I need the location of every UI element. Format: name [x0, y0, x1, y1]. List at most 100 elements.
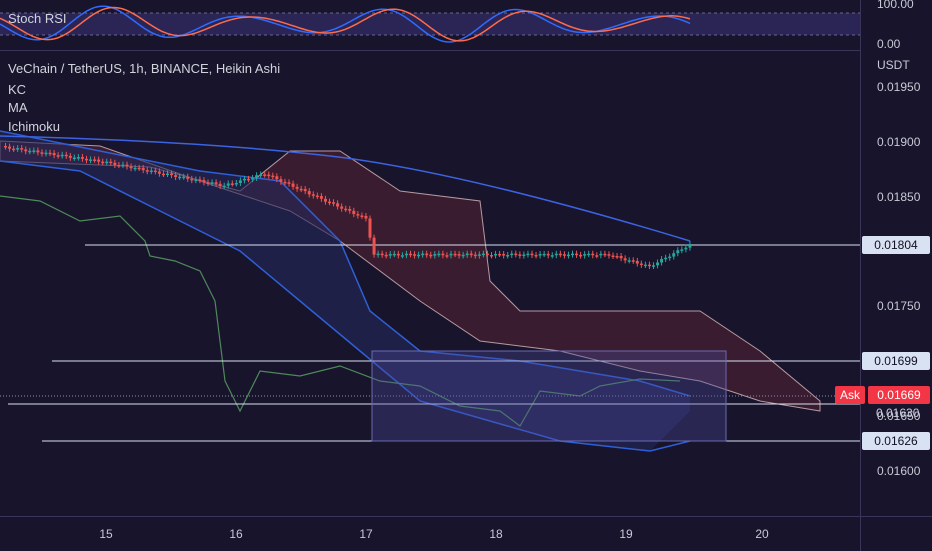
- candle-body: [643, 264, 647, 267]
- time-axis[interactable]: 15 16 17 18 19 20: [0, 516, 860, 551]
- candle-body: [465, 253, 469, 256]
- price-chart-plot: [0, 130, 860, 452]
- axis-corner: [860, 516, 932, 551]
- candle-body: [32, 150, 36, 152]
- candle-body: [575, 253, 579, 256]
- candle-body: [263, 174, 267, 176]
- candle-body: [485, 253, 489, 256]
- candle-body: [28, 150, 32, 153]
- candle-body: [445, 255, 449, 257]
- candle-body: [121, 164, 125, 167]
- candle-body: [295, 186, 299, 189]
- rsi-scale-top: 100.00: [877, 0, 914, 11]
- stoch-rsi-label[interactable]: Stoch RSI: [8, 10, 67, 27]
- candle-body: [579, 254, 583, 257]
- candle-body: [202, 180, 206, 183]
- candle-body: [623, 258, 627, 261]
- candle-body: [562, 254, 566, 256]
- candle-body: [676, 250, 680, 254]
- candle-body: [502, 254, 506, 256]
- level-tag-01626[interactable]: 0.01626: [862, 432, 930, 450]
- candle-body: [490, 255, 493, 257]
- candle-body: [635, 260, 639, 264]
- candle-body: [603, 253, 607, 256]
- candle-body: [376, 253, 380, 256]
- candle-body: [372, 237, 376, 255]
- candle-body: [583, 254, 587, 256]
- candle-body: [170, 173, 174, 176]
- candle-body: [336, 203, 340, 207]
- candle-body: [97, 159, 101, 162]
- candle-body: [348, 209, 352, 211]
- candle-body: [283, 181, 287, 184]
- candle-body: [627, 260, 631, 262]
- candle-body: [226, 183, 230, 186]
- price-tick: 0.01850: [877, 190, 921, 204]
- candle-body: [433, 254, 437, 256]
- candle-body: [684, 247, 688, 250]
- level-tag-01699[interactable]: 0.01699: [862, 352, 930, 370]
- indicator-ichimoku[interactable]: Ichimoku: [8, 118, 60, 135]
- candle-body: [52, 153, 56, 156]
- candle-body: [44, 152, 48, 155]
- candle-body: [639, 263, 643, 266]
- candle-body: [291, 183, 295, 187]
- candle-body: [364, 215, 368, 219]
- candle-body: [518, 254, 522, 256]
- candle-body: [267, 174, 271, 177]
- price-tick: 0.01950: [877, 80, 921, 94]
- candle-body: [137, 167, 141, 170]
- ask-price-tag[interactable]: 0.01669: [868, 386, 930, 404]
- candle-body: [141, 167, 145, 171]
- candle-body: [344, 208, 348, 211]
- level-tag-01804[interactable]: 0.01804: [862, 236, 930, 254]
- candle-body: [554, 253, 558, 256]
- candle-body: [360, 215, 364, 218]
- candle-body: [4, 146, 7, 148]
- candle-body: [12, 148, 16, 151]
- candle-body: [80, 157, 84, 159]
- main-chart-pane[interactable]: VeChain / TetherUS, 1h, BINANCE, Heikin …: [0, 51, 860, 516]
- candle-body: [174, 175, 178, 178]
- candle-body: [36, 150, 40, 153]
- candle-body: [477, 254, 481, 256]
- candle-body: [660, 259, 664, 263]
- candle-body: [20, 148, 24, 150]
- candle-body: [72, 157, 76, 160]
- candle-body: [93, 159, 97, 161]
- ask-badge[interactable]: Ask: [835, 386, 865, 404]
- stoch-rsi-pane[interactable]: Stoch RSI: [0, 0, 860, 51]
- candle-body: [672, 253, 676, 257]
- candle-body: [680, 249, 684, 251]
- candle-body: [157, 171, 161, 174]
- symbol-title[interactable]: VeChain / TetherUS, 1h, BINANCE, Heikin …: [8, 60, 280, 77]
- candle-body: [453, 253, 457, 256]
- candle-body: [194, 179, 198, 181]
- candle-body: [425, 253, 429, 256]
- candle-body: [247, 178, 250, 181]
- candle-body: [311, 194, 315, 196]
- candle-body: [8, 146, 12, 149]
- candle-body: [16, 148, 20, 150]
- candle-body: [214, 182, 218, 184]
- candle-body: [631, 260, 635, 262]
- indicator-ma[interactable]: MA: [8, 99, 28, 116]
- candle-body: [457, 254, 461, 256]
- candle-body: [190, 178, 194, 181]
- candle-body: [149, 170, 153, 173]
- candle-body: [352, 210, 356, 215]
- candle-body: [60, 154, 64, 157]
- candle-body: [145, 170, 149, 172]
- candle-body: [469, 253, 473, 256]
- range-box: [371, 350, 727, 442]
- candle-body: [587, 253, 591, 256]
- candle-body: [161, 173, 165, 176]
- candle-body: [599, 253, 603, 256]
- candle-body: [210, 182, 214, 184]
- candle-body: [510, 253, 514, 256]
- candle-body: [615, 255, 619, 258]
- candle-body: [259, 174, 263, 176]
- candle-body: [591, 253, 595, 256]
- candle-body: [652, 265, 655, 267]
- indicator-kc[interactable]: KC: [8, 81, 26, 98]
